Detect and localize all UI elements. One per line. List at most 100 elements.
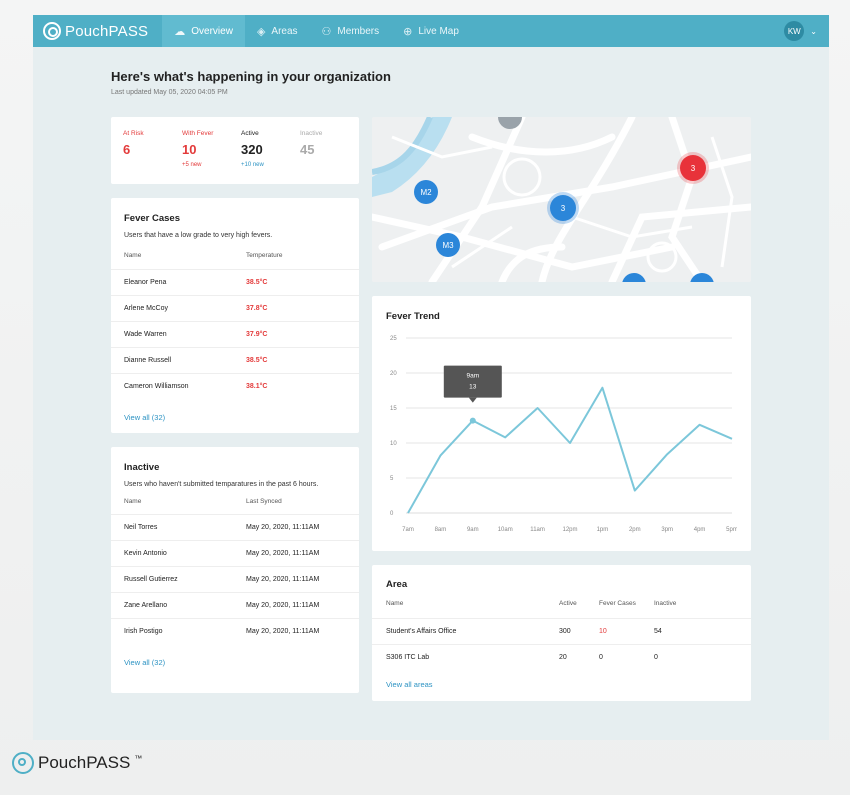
row-name: Student's Affairs Office xyxy=(386,628,457,635)
nav-overview[interactable]: ☁ Overview xyxy=(162,15,245,47)
stats-card: At Risk 6 With Fever 10 +5 new Active 32… xyxy=(111,117,359,184)
row-name: Arlene McCoy xyxy=(124,305,168,312)
brand-logo[interactable]: PouchPASS xyxy=(43,22,148,40)
fever-table-header: Name Temperature xyxy=(124,247,346,269)
y-tick-label: 5 xyxy=(390,476,394,482)
table-row[interactable]: S306 ITC Lab 20 0 0 xyxy=(372,644,751,670)
col-name: Name xyxy=(124,498,142,505)
stat-sub: +10 new xyxy=(241,162,264,168)
app-window: PouchPASS ☁ Overview ◈ Areas ⚇ Members ⊕… xyxy=(33,15,829,740)
stat-label: With Fever xyxy=(182,130,214,137)
x-tick-label: 9am xyxy=(467,527,479,533)
brand-name: PouchPASS xyxy=(65,22,149,40)
last-updated: Last updated May 05, 2020 04:05 PM xyxy=(111,89,228,96)
stat-label: Inactive xyxy=(300,130,323,137)
nav-live-map[interactable]: ⊕ Live Map xyxy=(391,15,471,47)
inactive-card: Inactive Users who haven't submitted tem… xyxy=(111,447,359,693)
stat-sub: +5 new xyxy=(182,162,202,168)
nav-areas[interactable]: ◈ Areas xyxy=(245,15,310,47)
top-nav: PouchPASS ☁ Overview ◈ Areas ⚇ Members ⊕… xyxy=(33,15,829,47)
row-last-synced: May 20, 2020, 11:11AM xyxy=(246,628,320,635)
row-temperature: 37.8°C xyxy=(246,305,268,312)
fever-trend-title: Fever Trend xyxy=(386,311,440,322)
tooltip-value: 13 xyxy=(469,384,477,391)
x-tick-label: 8am xyxy=(435,527,447,533)
x-tick-label: 1pm xyxy=(597,527,609,533)
area-table-header: Name Active Fever Cases Inactive xyxy=(386,596,737,618)
map-pin[interactable]: M3 xyxy=(436,233,460,257)
stat-inactive[interactable]: Inactive 45 xyxy=(300,130,359,184)
table-row[interactable]: Neil Torres May 20, 2020, 11:11AM xyxy=(111,514,359,540)
x-tick-label: 11am xyxy=(530,527,545,533)
col-fever-cases: Fever Cases xyxy=(599,600,636,607)
layers-icon: ◈ xyxy=(256,25,266,38)
chevron-down-icon[interactable]: ⌄ xyxy=(810,27,817,36)
x-tick-label: 2pm xyxy=(629,527,641,533)
row-name: Irish Postigo xyxy=(124,628,163,635)
table-row[interactable]: Zane Arellano May 20, 2020, 11:11AM xyxy=(111,592,359,618)
table-row[interactable]: Cameron Williamson 38.1°C xyxy=(111,373,359,399)
y-tick-label: 10 xyxy=(390,441,397,447)
table-row[interactable]: Irish Postigo May 20, 2020, 11:11AM xyxy=(111,618,359,644)
y-tick-label: 25 xyxy=(390,336,397,342)
stat-at-risk[interactable]: At Risk 6 xyxy=(123,130,182,184)
tooltip-arrow xyxy=(468,397,477,403)
page-title: Here's what's happening in your organiza… xyxy=(111,69,391,84)
table-row[interactable]: Russell Gutierrez May 20, 2020, 11:11AM xyxy=(111,566,359,592)
stat-value: 6 xyxy=(123,142,131,157)
table-row[interactable]: Wade Warren 37.9°C xyxy=(111,321,359,347)
fever-trend-card: Fever Trend 0 5 10 15 20 25 7am 8am 9am 10am 11am 1… xyxy=(372,296,751,551)
y-tick-label: 0 xyxy=(390,511,394,517)
map-pin-alert[interactable]: 3 xyxy=(680,155,706,181)
pouchpass-logo-icon xyxy=(43,22,61,40)
crosshair-icon: ⊕ xyxy=(403,25,413,38)
row-temperature: 38.1°C xyxy=(246,383,268,390)
series-line xyxy=(407,386,733,514)
row-name: Dianne Russell xyxy=(124,357,172,364)
nav-areas-label: Areas xyxy=(271,25,298,37)
row-name: Eleanor Pena xyxy=(124,279,167,286)
inactive-view-all-link[interactable]: View all (32) xyxy=(124,658,346,667)
x-tick-label: 5pm xyxy=(726,527,737,533)
x-tick-label: 10am xyxy=(498,527,513,533)
x-tick-label: 4pm xyxy=(694,527,706,533)
table-row[interactable]: Eleanor Pena 38.5°C xyxy=(111,269,359,295)
row-fever-cases: 10 xyxy=(599,628,607,635)
table-row[interactable]: Dianne Russell 38.5°C xyxy=(111,347,359,373)
live-map[interactable]: M2 3 M3 3 xyxy=(372,117,751,282)
table-row[interactable]: Student's Affairs Office 300 10 54 xyxy=(372,618,751,644)
fever-view-all-link[interactable]: View all (32) xyxy=(124,413,346,422)
stat-with-fever[interactable]: With Fever 10 +5 new xyxy=(182,130,241,184)
fever-cases-card: Fever Cases Users that have a low grade … xyxy=(111,198,359,433)
row-inactive: 0 xyxy=(654,654,658,661)
row-last-synced: May 20, 2020, 11:11AM xyxy=(246,550,320,557)
inactive-title: Inactive xyxy=(124,462,160,473)
table-row[interactable]: Kevin Antonio May 20, 2020, 11:11AM xyxy=(111,540,359,566)
nav-overview-label: Overview xyxy=(191,25,233,37)
row-name: Cameron Williamson xyxy=(124,383,189,390)
row-name: Kevin Antonio xyxy=(124,550,167,557)
col-inactive: Inactive xyxy=(654,600,677,607)
tooltip-box xyxy=(443,365,502,398)
row-temperature: 37.9°C xyxy=(246,331,268,338)
map-pin[interactable]: M2 xyxy=(414,180,438,204)
col-last-synced: Last Synced xyxy=(246,498,282,505)
row-last-synced: May 20, 2020, 11:11AM xyxy=(246,524,320,531)
col-name: Name xyxy=(124,252,142,259)
col-name: Name xyxy=(386,600,404,607)
map-pin-cluster[interactable]: 3 xyxy=(550,195,576,221)
avatar[interactable]: KW xyxy=(784,21,805,41)
row-active: 20 xyxy=(559,654,567,661)
nav-live-map-label: Live Map xyxy=(418,25,459,37)
row-name: Russell Gutierrez xyxy=(124,576,178,583)
row-inactive: 54 xyxy=(654,628,662,635)
cloud-icon: ☁ xyxy=(174,25,186,38)
table-row[interactable]: Arlene McCoy 37.8°C xyxy=(111,295,359,321)
x-tick-label: 7am xyxy=(402,527,414,533)
x-tick-label: 3pm xyxy=(661,527,673,533)
fever-trend-chart[interactable]: 0 5 10 15 20 25 7am 8am 9am 10am 11am 12pm 1pm 2pm 3pm… xyxy=(386,332,737,544)
nav-members[interactable]: ⚇ Members xyxy=(310,15,392,47)
stat-active[interactable]: Active 320 +10 new xyxy=(241,130,300,184)
view-all-areas-link[interactable]: View all areas xyxy=(386,680,737,689)
stat-label: At Risk xyxy=(123,130,144,137)
